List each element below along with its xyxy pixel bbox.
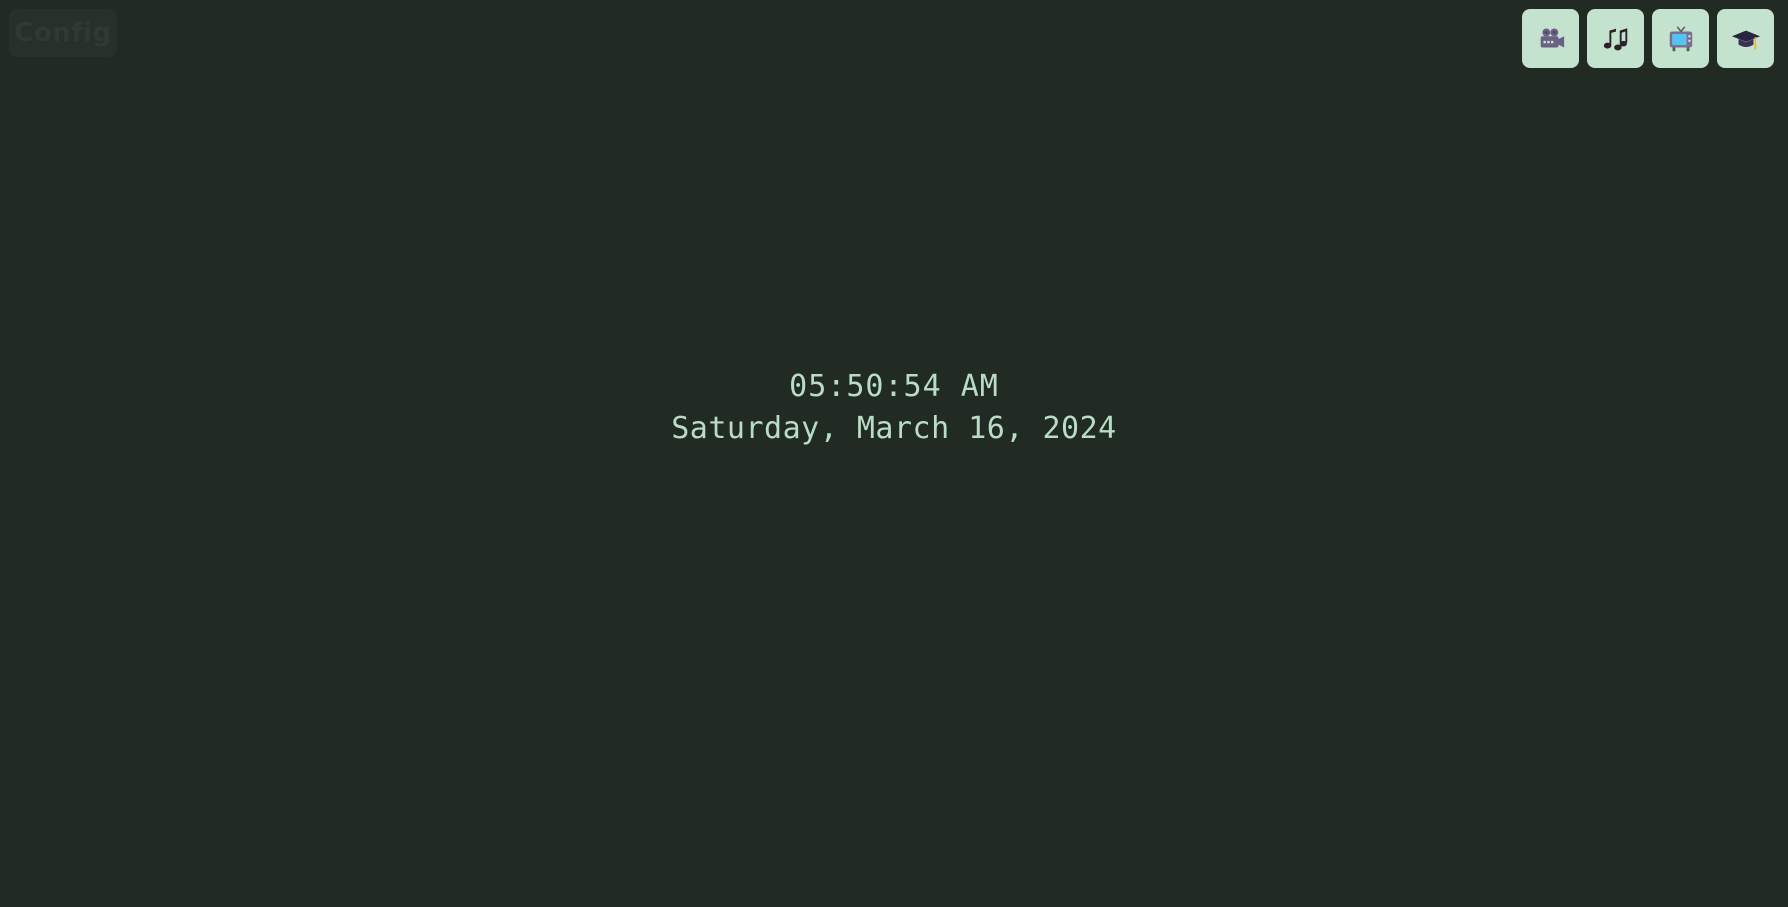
graduation-cap-icon <box>1731 30 1760 49</box>
launcher-bar <box>1522 9 1774 68</box>
music-button[interactable] <box>1587 9 1644 68</box>
television-icon <box>1669 25 1692 51</box>
television-button[interactable] <box>1652 9 1709 68</box>
config-button[interactable]: Config <box>9 9 117 57</box>
music-notes-icon <box>1603 27 1627 50</box>
education-button[interactable] <box>1717 9 1774 68</box>
clock-date: Saturday, March 16, 2024 <box>671 411 1117 446</box>
clock-widget: 05:50:54 AM Saturday, March 16, 2024 <box>0 366 1788 450</box>
movie-camera-button[interactable] <box>1522 9 1579 68</box>
movie-camera-icon <box>1540 28 1564 47</box>
clock-time: 05:50:54 AM <box>789 369 999 404</box>
